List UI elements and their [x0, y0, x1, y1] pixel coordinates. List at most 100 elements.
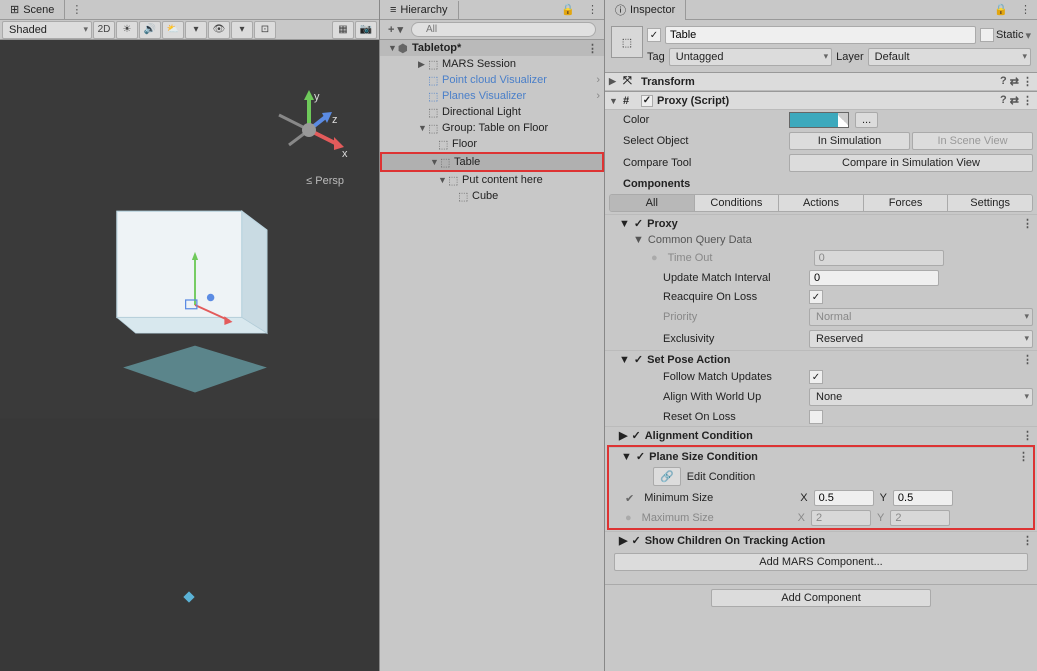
foldout-icon[interactable]: ▼	[621, 451, 632, 463]
proxy-section[interactable]: ▼ ✓ Proxy ⋮	[605, 214, 1037, 232]
section-menu-icon[interactable]: ⋮	[1022, 217, 1033, 230]
foldout-icon[interactable]: ▼	[388, 43, 398, 53]
transform-component-header[interactable]: ▶ ⤧ Transform ?⇄⋮	[605, 72, 1037, 91]
compare-button[interactable]: Compare in Simulation View	[789, 154, 1033, 172]
color-extra-button[interactable]: ...	[855, 112, 878, 128]
hierarchy-tab[interactable]: ≡Hierarchy	[380, 1, 459, 19]
gizmos-toggle-icon[interactable]: ⊡	[254, 21, 276, 39]
tab-conditions[interactable]: Conditions	[695, 195, 780, 211]
min-size-y-input[interactable]	[893, 490, 953, 506]
hierarchy-item[interactable]: ▼⬚ Put content here	[380, 172, 604, 188]
audio-toggle-icon[interactable]: 🔊	[139, 21, 161, 39]
visibility-toggle-icon[interactable]: 👁	[208, 21, 230, 39]
tab-actions[interactable]: Actions	[779, 195, 864, 211]
pivot-handle-icon[interactable]	[183, 591, 194, 602]
component-menu-icon[interactable]: ⋮	[1022, 75, 1033, 88]
common-query-foldout[interactable]: ▼ Common Query Data	[605, 232, 1037, 248]
alignment-cond-section[interactable]: ▶ ✓ Alignment Condition ⋮	[605, 426, 1037, 444]
static-toggle[interactable]: Static▾	[980, 28, 1031, 42]
preset-icon[interactable]: ⇄	[1010, 75, 1019, 88]
grid-toggle-icon[interactable]: ▦	[332, 21, 354, 39]
inspector-tab-menu-icon[interactable]: ⋮	[1014, 3, 1037, 16]
orientation-gizmo[interactable]: y x z	[264, 85, 354, 175]
reset-loss-checkbox[interactable]	[809, 410, 823, 424]
tool-toggle-icon[interactable]: ▾	[185, 21, 207, 39]
section-menu-icon[interactable]: ⋮	[1018, 450, 1029, 463]
help-icon[interactable]: ?	[1000, 94, 1007, 107]
hierarchy-scene-row[interactable]: ▼ ⬢ Tabletop* ⋮	[380, 40, 604, 56]
hierarchy-item[interactable]: ⬚ Directional Light	[380, 104, 604, 120]
add-mars-component-button[interactable]: Add MARS Component...	[614, 553, 1029, 571]
tag-dropdown[interactable]: Untagged	[669, 48, 832, 66]
foldout-icon[interactable]: ▶	[609, 76, 619, 87]
add-component-button[interactable]: Add Component	[711, 589, 931, 607]
min-size-x-input[interactable]	[814, 490, 874, 506]
foldout-icon[interactable]: ▶	[619, 534, 627, 547]
follow-match-checkbox[interactable]: ✓	[809, 370, 823, 384]
hierarchy-item[interactable]: ⬚ Planes Visualizer ›	[380, 88, 604, 104]
set-pose-section[interactable]: ▼ ✓ Set Pose Action ⋮	[605, 350, 1037, 368]
foldout-icon[interactable]: ▼	[609, 96, 619, 106]
hierarchy-item[interactable]: ⬚ Floor	[380, 136, 604, 152]
scene-menu-icon[interactable]: ⋮	[581, 42, 604, 55]
section-menu-icon[interactable]: ⋮	[1022, 353, 1033, 366]
scene-viewport[interactable]: y x z ≤ Persp	[0, 40, 379, 671]
lock-icon[interactable]: 🔒	[988, 1, 1014, 18]
layer-dropdown[interactable]: Default	[868, 48, 1031, 66]
object-active-checkbox[interactable]: ✓	[647, 28, 661, 42]
scene-tab-menu-icon[interactable]: ⋮	[65, 3, 88, 16]
foldout-icon[interactable]: ▶	[619, 429, 627, 442]
object-name-input[interactable]	[665, 26, 976, 44]
lock-icon[interactable]: 🔒	[555, 1, 581, 18]
chevron-right-icon[interactable]: ›	[596, 90, 604, 102]
component-menu-icon[interactable]: ⋮	[1022, 94, 1033, 107]
hierarchy-item[interactable]: ▶⬚ MARS Session	[380, 56, 604, 72]
hierarchy-item[interactable]: ▼⬚ Group: Table on Floor	[380, 120, 604, 136]
foldout-icon[interactable]: ▼	[619, 218, 630, 230]
section-menu-icon[interactable]: ⋮	[1022, 429, 1033, 442]
foldout-icon[interactable]: ▼	[418, 123, 428, 133]
scene-tab[interactable]: ⊞Scene	[0, 0, 65, 19]
reacquire-checkbox[interactable]: ✓	[809, 290, 823, 304]
hierarchy-item[interactable]: ⬚ Point cloud Visualizer ›	[380, 72, 604, 88]
lighting-toggle-icon[interactable]: ☀	[116, 21, 138, 39]
proxy-enabled-checkbox[interactable]: ✓	[641, 95, 653, 107]
color-picker[interactable]	[789, 112, 849, 128]
hierarchy-item[interactable]: ⬚ Cube	[380, 188, 604, 204]
transform-icon: ⤧	[623, 75, 637, 88]
preset-icon[interactable]: ⇄	[1010, 94, 1019, 107]
proxy-component-header[interactable]: ▼ # ✓ Proxy (Script) ?⇄⋮	[605, 91, 1037, 110]
edit-condition-icon-button[interactable]: 🔗	[653, 467, 681, 486]
hierarchy-tab-menu-icon[interactable]: ⋮	[581, 3, 604, 16]
object-cube-icon[interactable]: ⬚	[611, 26, 643, 58]
tab-all[interactable]: All	[610, 195, 695, 211]
chevron-right-icon[interactable]: ›	[596, 74, 604, 86]
fx-toggle-icon[interactable]: ⛅	[162, 21, 184, 39]
foldout-icon[interactable]: ▼	[430, 157, 440, 167]
camera-icon[interactable]: 📷	[355, 21, 377, 39]
update-match-row: Update Match Interval	[605, 268, 1037, 288]
create-button[interactable]: + ▾	[384, 23, 407, 36]
layers-toggle-icon[interactable]: ▾	[231, 21, 253, 39]
section-menu-icon[interactable]: ⋮	[1022, 534, 1033, 547]
help-icon[interactable]: ?	[1000, 75, 1007, 88]
tab-settings[interactable]: Settings	[948, 195, 1032, 211]
hierarchy-item-selected[interactable]: ▼⬚ Table	[382, 154, 602, 170]
shading-dropdown[interactable]: Shaded	[2, 21, 92, 39]
plane-size-section[interactable]: ▼ ✓ Plane Size Condition ⋮	[609, 447, 1033, 465]
2d-toggle[interactable]: 2D	[93, 21, 115, 39]
gameobject-icon: ⬚	[428, 122, 442, 135]
exclusivity-dropdown[interactable]: Reserved	[809, 330, 1033, 348]
update-match-input[interactable]	[809, 270, 939, 286]
show-children-section[interactable]: ▶ ✓ Show Children On Tracking Action ⋮	[605, 531, 1037, 549]
foldout-icon[interactable]: ▼	[438, 175, 448, 185]
hierarchy-search[interactable]	[411, 22, 596, 37]
inspector-tab[interactable]: ⓘInspector	[605, 0, 686, 21]
foldout-icon[interactable]: ▼	[619, 354, 630, 366]
in-simulation-button[interactable]: In Simulation	[789, 132, 910, 150]
foldout-icon[interactable]: ▶	[418, 59, 428, 70]
tab-forces[interactable]: Forces	[864, 195, 949, 211]
align-world-dropdown[interactable]: None	[809, 388, 1033, 406]
persp-label[interactable]: ≤ Persp	[306, 175, 344, 187]
foldout-icon[interactable]: ▼	[633, 234, 644, 246]
